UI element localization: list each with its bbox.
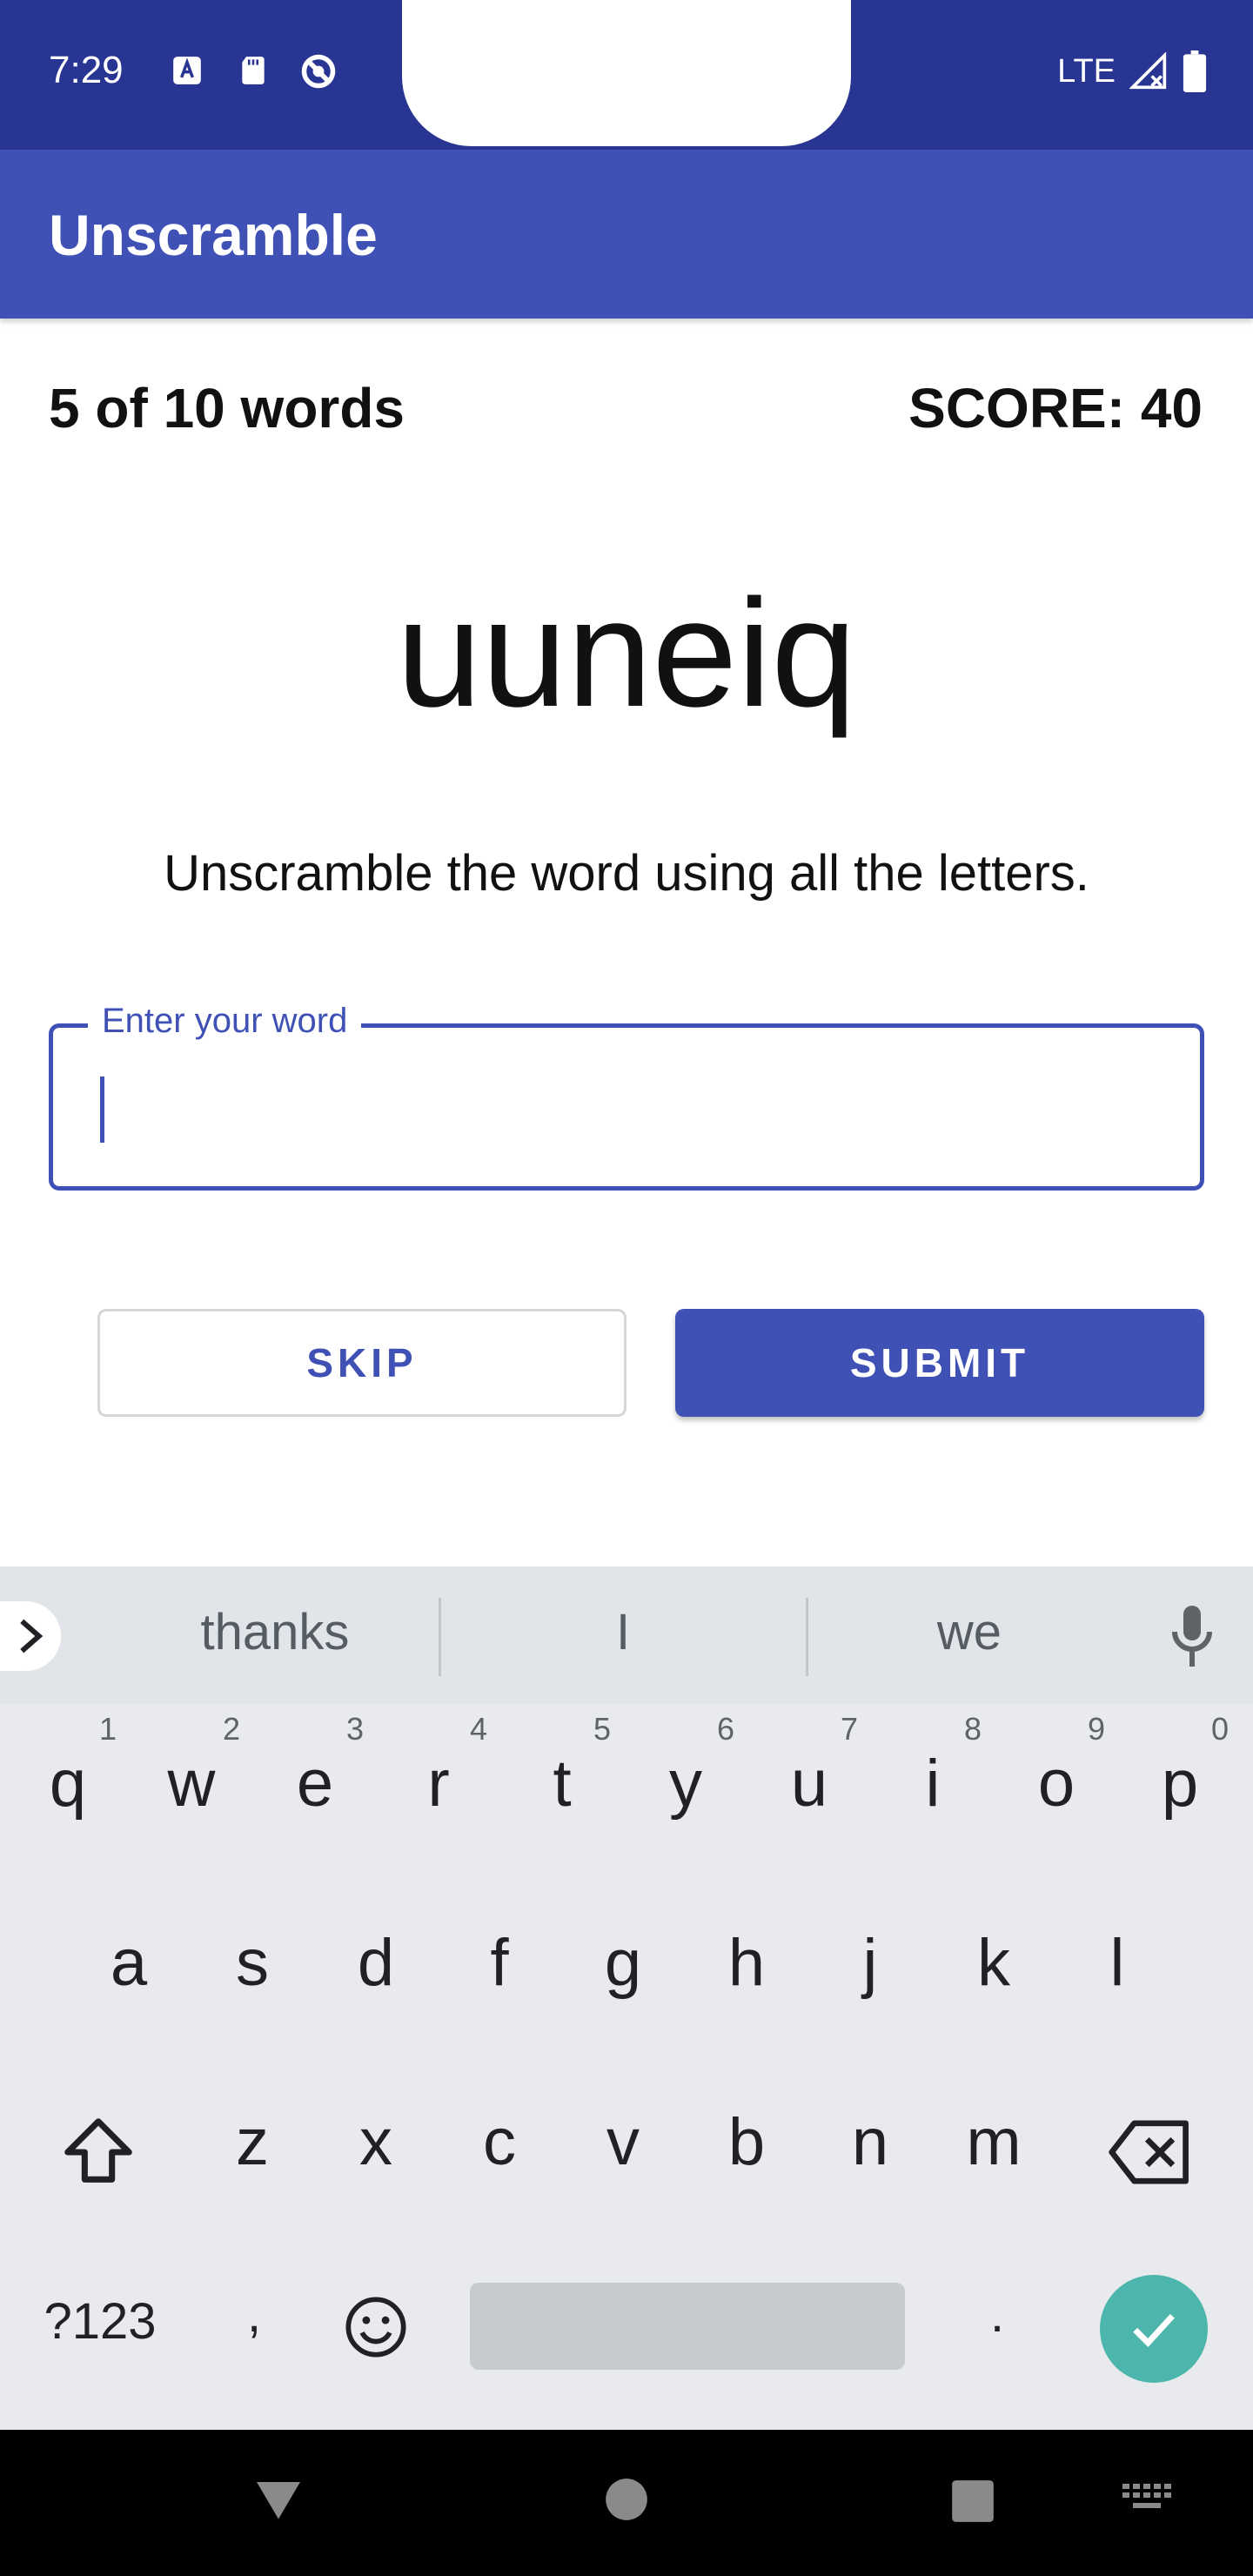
suggestion-strip: thanks I we [0, 1566, 1253, 1704]
key-label: e [296, 1747, 334, 1821]
key-label: t [553, 1747, 572, 1821]
space-key[interactable] [470, 2283, 905, 2370]
key-hint: 0 [1210, 1711, 1229, 1747]
period-key[interactable]: . [945, 2285, 1049, 2344]
key-d[interactable]: d [324, 1925, 428, 2001]
key-hint: 9 [1087, 1711, 1105, 1747]
score: SCORE: 40 [908, 377, 1203, 439]
key-s[interactable]: s [200, 1925, 305, 2001]
enter-key[interactable] [1100, 2275, 1208, 2383]
symbols-key[interactable]: ?123 [35, 2292, 165, 2351]
key-hint: 8 [963, 1711, 982, 1747]
key-hint: 5 [593, 1711, 611, 1747]
key-hint: 6 [716, 1711, 734, 1747]
keyboard-switch-icon[interactable] [1121, 2482, 1173, 2517]
network-type: LTE [1057, 52, 1116, 90]
backspace-icon[interactable] [1109, 2115, 1192, 2190]
key-label: y [669, 1747, 702, 1821]
battery-icon [1183, 50, 1207, 92]
key-hint: 3 [345, 1711, 364, 1747]
key-label: r [427, 1747, 450, 1821]
instructions: Unscramble the word using all the letter… [164, 845, 1089, 902]
key-hint: 4 [469, 1711, 487, 1747]
suggestion-divider [806, 1598, 808, 1676]
suggestion-1[interactable]: thanks [144, 1603, 405, 1661]
key-u[interactable]: u7 [757, 1711, 861, 1821]
key-label: i [925, 1747, 941, 1821]
key-i[interactable]: i8 [881, 1711, 985, 1821]
key-x[interactable]: x [324, 2104, 428, 2180]
microphone-icon[interactable] [1166, 1601, 1218, 1671]
suggestion-divider [439, 1598, 441, 1676]
key-c[interactable]: c [447, 2104, 552, 2180]
recents-icon[interactable] [950, 2479, 995, 2524]
text-cursor [100, 1077, 104, 1143]
emoji-icon[interactable] [343, 2294, 409, 2360]
key-l[interactable]: l [1065, 1925, 1169, 2001]
submit-button[interactable]: SUBMIT [675, 1309, 1204, 1417]
scrambled-word: uuneiq [396, 568, 857, 739]
home-icon[interactable] [604, 2477, 649, 2522]
key-label: q [49, 1747, 87, 1821]
key-label: u [790, 1747, 828, 1821]
top-app-bar: Unscramble [0, 150, 1253, 319]
suggestion-3[interactable]: we [839, 1603, 1100, 1661]
word-input-field[interactable]: Enter your word [49, 1002, 1204, 1191]
comma-key[interactable]: , [202, 2285, 306, 2344]
key-t[interactable]: t5 [510, 1711, 614, 1821]
key-r[interactable]: r4 [386, 1711, 491, 1821]
key-hint: 7 [840, 1711, 858, 1747]
font-notification-icon [173, 57, 201, 84]
shift-icon[interactable] [57, 2111, 139, 2193]
key-o[interactable]: o9 [1004, 1711, 1109, 1821]
key-p[interactable]: p0 [1128, 1711, 1232, 1821]
status-bar: 7:29 LTE [0, 0, 1253, 150]
key-j[interactable]: j [818, 1925, 922, 2001]
key-q[interactable]: q1 [16, 1711, 120, 1821]
key-label: w [167, 1747, 216, 1821]
checkmark-icon [1133, 2313, 1175, 2348]
skip-button[interactable]: SKIP [97, 1309, 626, 1417]
navigation-bar [0, 2430, 1253, 2576]
key-v[interactable]: v [571, 2104, 675, 2180]
key-m[interactable]: m [941, 2104, 1046, 2180]
signal-icon [1129, 52, 1167, 90]
sd-card-icon [242, 57, 265, 84]
key-f[interactable]: f [447, 1925, 552, 2001]
word-input-label: Enter your word [88, 1002, 362, 1041]
data-saver-icon [301, 54, 336, 89]
key-label: p [1161, 1747, 1199, 1821]
display-notch [402, 0, 851, 146]
key-z[interactable]: z [200, 2104, 305, 2180]
key-hint: 2 [222, 1711, 240, 1747]
word-count: 5 of 10 words [49, 377, 405, 439]
key-a[interactable]: a [77, 1925, 181, 2001]
key-hint: 1 [98, 1711, 117, 1747]
status-right: LTE [1057, 50, 1208, 92]
expand-toolbar-button[interactable] [0, 1601, 61, 1671]
key-g[interactable]: g [571, 1925, 675, 2001]
status-time: 7:29 [49, 49, 124, 91]
key-b[interactable]: b [694, 2104, 799, 2180]
key-k[interactable]: k [941, 1925, 1046, 2001]
key-y[interactable]: y6 [633, 1711, 738, 1821]
app-title: Unscramble [49, 203, 378, 267]
back-icon[interactable] [252, 2475, 305, 2524]
key-label: o [1037, 1747, 1075, 1821]
key-e[interactable]: e3 [263, 1711, 367, 1821]
key-n[interactable]: n [818, 2104, 922, 2180]
suggestion-2[interactable]: I [492, 1603, 754, 1661]
chevron-right-icon [20, 1619, 44, 1654]
key-w[interactable]: w2 [139, 1711, 244, 1821]
key-h[interactable]: h [694, 1925, 799, 2001]
